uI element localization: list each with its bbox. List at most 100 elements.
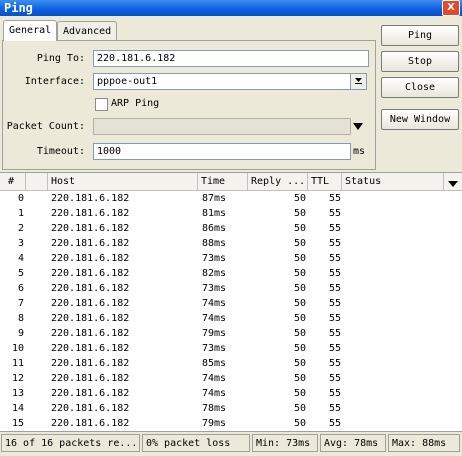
column-host[interactable]: Host — [48, 173, 198, 190]
row-time: 73ms — [202, 283, 227, 294]
column-spacer — [26, 173, 48, 190]
column-ttl[interactable]: TTL — [308, 173, 342, 190]
arp-ping-checkbox[interactable] — [95, 98, 108, 111]
row-status — [346, 191, 442, 206]
close-button[interactable]: Close — [381, 77, 459, 98]
table-row[interactable]: 5 220.181.6.182 82ms 50 55 — [0, 266, 462, 281]
row-time: 85ms — [202, 358, 227, 369]
status-bar: 16 of 16 packets re... 0% packet loss Mi… — [0, 432, 462, 456]
table-row[interactable]: 14 220.181.6.182 78ms 50 55 — [0, 401, 462, 416]
row-number: 6 — [17, 283, 24, 294]
table-row[interactable]: 6 220.181.6.182 73ms 50 55 — [0, 281, 462, 296]
table-row[interactable]: 8 220.181.6.182 74ms 50 55 — [0, 311, 462, 326]
row-host: 220.181.6.182 — [51, 223, 130, 234]
general-panel: Ping To: 220.181.6.182 Interface: pppoe-… — [2, 40, 376, 170]
row-host: 220.181.6.182 — [51, 193, 130, 204]
row-time: 87ms — [202, 193, 227, 204]
table-row[interactable]: 3 220.181.6.182 88ms 50 55 — [0, 236, 462, 251]
column-menu-icon[interactable] — [448, 178, 458, 191]
row-host: 220.181.6.182 — [51, 403, 130, 414]
row-host: 220.181.6.182 — [51, 253, 130, 264]
table-row[interactable]: 11 220.181.6.182 85ms 50 55 — [0, 356, 462, 371]
row-host: 220.181.6.182 — [51, 358, 130, 369]
column-reply[interactable]: Reply ... — [248, 173, 308, 190]
row-ttl: 55 — [328, 313, 341, 324]
row-time: 82ms — [202, 268, 227, 279]
row-reply: 50 — [293, 388, 306, 399]
row-status — [346, 296, 442, 311]
table-row[interactable]: 10 220.181.6.182 73ms 50 55 — [0, 341, 462, 356]
row-number: 1 — [17, 208, 24, 219]
tab-general[interactable]: General — [3, 20, 58, 41]
timeout-label: Timeout: — [36, 146, 85, 157]
row-number: 0 — [17, 193, 24, 204]
row-time: 73ms — [202, 253, 227, 264]
table-row[interactable]: 13 220.181.6.182 74ms 50 55 — [0, 386, 462, 401]
row-number: 2 — [17, 223, 24, 234]
row-time: 86ms — [202, 223, 227, 234]
row-ttl: 55 — [328, 418, 341, 429]
title-bar[interactable]: Ping X — [0, 0, 462, 16]
table-row[interactable]: 15 220.181.6.182 79ms 50 55 — [0, 416, 462, 431]
table-row[interactable]: 4 220.181.6.182 73ms 50 55 — [0, 251, 462, 266]
avg-time-status: Avg: 78ms — [320, 434, 386, 452]
row-status — [346, 401, 442, 416]
row-host: 220.181.6.182 — [51, 388, 130, 399]
interface-select[interactable]: pppoe-out1 — [93, 73, 351, 90]
row-time: 74ms — [202, 388, 227, 399]
dropdown-arrow-icon[interactable] — [350, 73, 367, 90]
row-status — [346, 221, 442, 236]
row-host: 220.181.6.182 — [51, 208, 130, 219]
row-ttl: 55 — [328, 208, 341, 219]
row-number: 4 — [17, 253, 24, 264]
row-number: 7 — [17, 298, 24, 309]
row-host: 220.181.6.182 — [51, 418, 130, 429]
ping-to-label: Ping To: — [36, 53, 85, 64]
table-row[interactable]: 0 220.181.6.182 87ms 50 55 — [0, 191, 462, 206]
close-icon[interactable]: X — [442, 0, 460, 16]
chevron-down-icon[interactable] — [353, 121, 363, 134]
row-ttl: 55 — [328, 253, 341, 264]
row-host: 220.181.6.182 — [51, 283, 130, 294]
table-row[interactable]: 12 220.181.6.182 74ms 50 55 — [0, 371, 462, 386]
row-status — [346, 326, 442, 341]
row-status — [346, 266, 442, 281]
row-number: 9 — [17, 328, 24, 339]
row-reply: 50 — [293, 343, 306, 354]
table-row[interactable]: 1 220.181.6.182 81ms 50 55 — [0, 206, 462, 221]
column-number[interactable]: # — [0, 173, 26, 190]
new-window-button[interactable]: New Window — [381, 109, 459, 130]
table-row[interactable]: 2 220.181.6.182 86ms 50 55 — [0, 221, 462, 236]
arp-ping-label: ARP Ping — [111, 98, 160, 109]
row-number: 5 — [17, 268, 24, 279]
row-reply: 50 — [293, 373, 306, 384]
row-ttl: 55 — [328, 223, 341, 234]
row-host: 220.181.6.182 — [51, 328, 130, 339]
row-reply: 50 — [293, 268, 306, 279]
row-reply: 50 — [293, 328, 306, 339]
row-reply: 50 — [293, 358, 306, 369]
ping-to-input[interactable]: 220.181.6.182 — [93, 50, 369, 67]
row-host: 220.181.6.182 — [51, 343, 130, 354]
row-ttl: 55 — [328, 238, 341, 249]
table-row[interactable]: 7 220.181.6.182 74ms 50 55 — [0, 296, 462, 311]
row-host: 220.181.6.182 — [51, 373, 130, 384]
row-ttl: 55 — [328, 268, 341, 279]
tab-advanced[interactable]: Advanced — [57, 21, 118, 41]
timeout-input[interactable]: 1000 — [93, 143, 351, 160]
column-time[interactable]: Time — [198, 173, 248, 190]
column-status[interactable]: Status — [342, 173, 444, 190]
row-ttl: 55 — [328, 373, 341, 384]
packet-count-input[interactable] — [93, 118, 351, 135]
ping-button[interactable]: Ping — [381, 25, 459, 46]
table-row[interactable]: 9 220.181.6.182 79ms 50 55 — [0, 326, 462, 341]
table-header: # Host Time Reply ... TTL Status — [0, 173, 462, 191]
row-number: 3 — [17, 238, 24, 249]
packets-received-status: 16 of 16 packets re... — [1, 434, 140, 452]
row-host: 220.181.6.182 — [51, 238, 130, 249]
row-time: 88ms — [202, 238, 227, 249]
row-ttl: 55 — [328, 358, 341, 369]
packet-count-label: Packet Count: — [6, 121, 85, 132]
row-status — [346, 356, 442, 371]
stop-button[interactable]: Stop — [381, 51, 459, 72]
